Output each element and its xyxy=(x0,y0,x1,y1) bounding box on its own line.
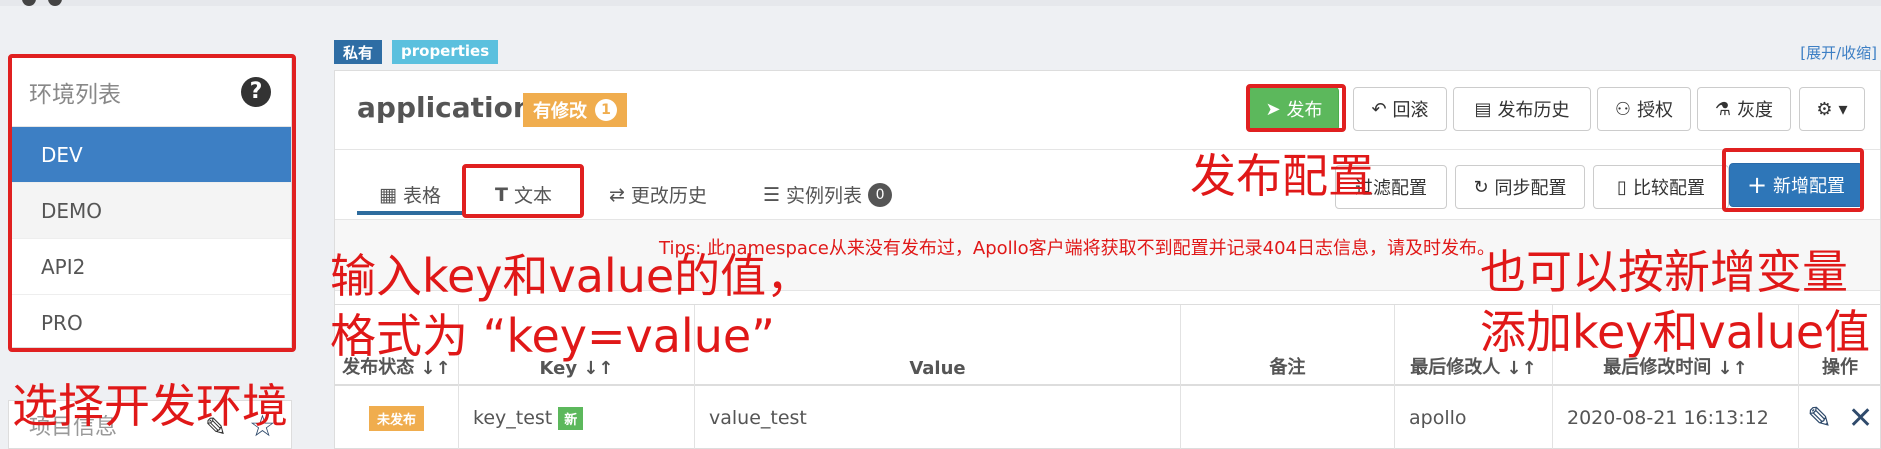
sync-icon: ↻ xyxy=(1473,176,1489,198)
sync-config-button[interactable]: ↻ 同步配置 xyxy=(1455,165,1585,209)
rollback-label: 回滚 xyxy=(1392,100,1429,121)
annotation-add-var-line1: 也可以按新增变量 xyxy=(1480,245,1848,299)
edit-icon[interactable]: ✎ xyxy=(1807,401,1832,436)
publish-history-button[interactable]: ▤ 发布历史 xyxy=(1453,87,1591,131)
instances-count-badge: 0 xyxy=(868,182,893,207)
compare-config-button[interactable]: ▯ 比较配置 xyxy=(1593,165,1729,209)
th-value-label: Value xyxy=(909,358,966,379)
modified-label: 有修改 xyxy=(533,101,587,122)
expand-collapse-link[interactable]: [展开/收缩] xyxy=(1800,42,1877,63)
annotation-input-kv-line1: 输入key和value的值， xyxy=(330,249,813,303)
window-dot xyxy=(48,0,62,6)
modified-badge: 有修改 1 xyxy=(523,93,627,127)
close-icon[interactable]: ✕ xyxy=(1848,401,1873,436)
time-text: 2020-08-21 16:13:12 xyxy=(1567,407,1769,429)
table-row: 未发布 key_test 新 value_test apollo 2020-08… xyxy=(335,386,1880,449)
th-comment-label: 备注 xyxy=(1269,357,1306,378)
history-label: 发布历史 xyxy=(1497,100,1570,121)
cell-value: value_test xyxy=(695,386,1181,449)
history-icon: ▤ xyxy=(1474,98,1492,120)
gray-label: 灰度 xyxy=(1737,100,1774,121)
annotation-add-var-line2: 添加key和value值 xyxy=(1480,305,1871,359)
tab-change-history[interactable]: ⇄ 更改历史 xyxy=(609,181,707,208)
cell-status: 未发布 xyxy=(335,386,459,449)
cell-comment xyxy=(1181,386,1395,449)
gray-release-button[interactable]: ⚗ 灰度 xyxy=(1697,87,1791,131)
annotation-publish-config: 发布配置 xyxy=(1190,149,1374,203)
header-divider xyxy=(335,149,1880,150)
file-icon: ▯ xyxy=(1617,176,1627,198)
cell-ops: ✎ ✕ xyxy=(1799,386,1881,449)
tab-change-history-label: 更改历史 xyxy=(630,185,707,207)
authorize-button[interactable]: ⚇ 授权 xyxy=(1597,87,1691,131)
annotation-box-publish xyxy=(1246,84,1346,132)
unpublished-badge: 未发布 xyxy=(368,405,424,431)
server-icon: ☰ xyxy=(763,183,781,206)
annotation-box-env-list xyxy=(8,54,296,352)
value-text: value_test xyxy=(709,407,807,429)
window-dot xyxy=(22,0,36,6)
tab-table[interactable]: ▦ 表格 xyxy=(379,181,441,208)
settings-dropdown-button[interactable]: ⚙ ▾ xyxy=(1799,87,1865,131)
annotation-box-text-tab xyxy=(462,164,584,218)
gear-icon: ⚙ xyxy=(1816,98,1833,120)
annotation-input-kv-line2: 格式为 “key=value” xyxy=(330,309,775,363)
annotation-select-env: 选择开发环境 xyxy=(12,379,288,433)
sync-label: 同步配置 xyxy=(1494,178,1567,199)
table-icon: ▦ xyxy=(379,183,397,206)
exchange-icon: ⇄ xyxy=(609,183,625,206)
caret-down-icon: ▾ xyxy=(1838,98,1848,120)
undo-icon: ↶ xyxy=(1371,98,1387,120)
key-text: key_test xyxy=(473,407,553,429)
modifier-text: apollo xyxy=(1409,407,1467,429)
namespace-name: application xyxy=(357,91,533,124)
new-badge: 新 xyxy=(558,406,584,430)
compare-label: 比较配置 xyxy=(1632,178,1705,199)
tab-instances-label: 实例列表 xyxy=(786,185,863,207)
tab-instances[interactable]: ☰ 实例列表 0 xyxy=(763,181,893,208)
top-strip xyxy=(0,0,1881,6)
authorize-label: 授权 xyxy=(1637,100,1674,121)
cell-time: 2020-08-21 16:13:12 xyxy=(1553,386,1799,449)
rollback-button[interactable]: ↶ 回滚 xyxy=(1353,87,1447,131)
flask-icon: ⚗ xyxy=(1714,98,1732,120)
private-tag: 私有 xyxy=(334,40,383,64)
cell-modifier: apollo xyxy=(1395,386,1553,449)
cell-key: key_test 新 xyxy=(459,386,695,449)
active-tab-indicator xyxy=(357,211,463,215)
tab-table-label: 表格 xyxy=(402,185,441,207)
modified-count: 1 xyxy=(595,99,617,121)
user-icon: ⚇ xyxy=(1614,98,1632,120)
annotation-box-add-config xyxy=(1722,148,1864,212)
th-comment: 备注 xyxy=(1181,305,1395,387)
format-tag: properties xyxy=(392,40,499,64)
